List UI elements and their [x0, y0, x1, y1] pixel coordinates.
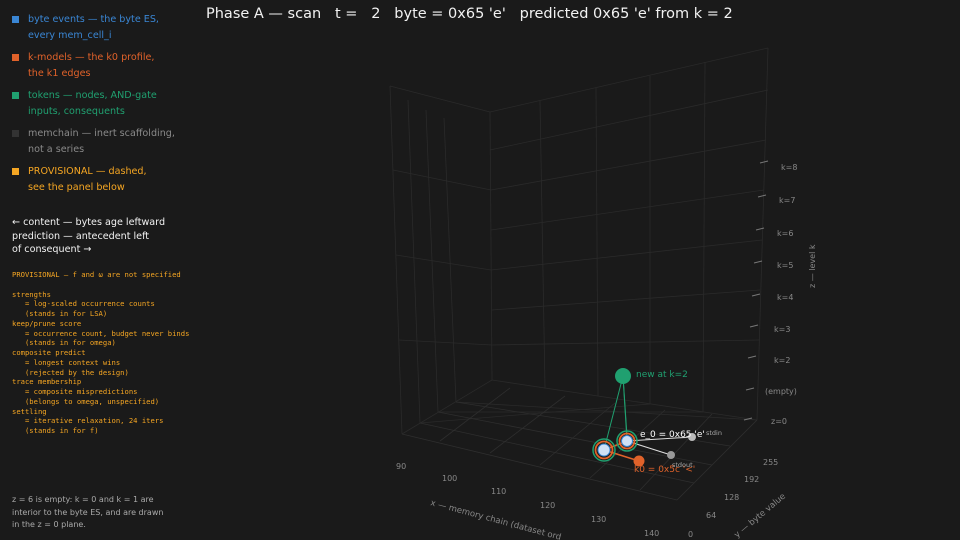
x-tick: 120 [540, 501, 555, 510]
y-tick: 0 [688, 530, 693, 539]
3d-scene[interactable]: k=8 k=7 k=6 k=5 k=4 k=3 k=2 (empty) z=0 … [0, 0, 960, 540]
grid-floor [401, 387, 758, 501]
z-tick-k4: k=4 [777, 293, 793, 302]
z-tick-empty: (empty) [765, 387, 797, 396]
z-tick-k8: k=8 [781, 163, 797, 172]
z-axis-label: z — level k [808, 244, 817, 288]
e0-label: e_0 = 0x65 'e' [640, 430, 705, 440]
stdout-node[interactable] [667, 451, 675, 459]
y-tick-labels: 0 64 128 192 255 [688, 458, 778, 539]
y-axis-label: y — byte value [733, 492, 788, 540]
new-node-label: new at k=2 [636, 370, 688, 380]
z-tick-k2: k=2 [774, 356, 790, 365]
y-tick: 192 [744, 475, 759, 484]
x-tick: 100 [442, 474, 457, 483]
grid-back-walls [389, 47, 769, 435]
z-tick-labels: k=8 k=7 k=6 k=5 k=4 k=3 k=2 (empty) z=0 [765, 163, 797, 426]
byte-node-k0[interactable] [592, 438, 616, 462]
z-tick-k6: k=6 [777, 229, 793, 238]
z-tick-k5: k=5 [777, 261, 793, 270]
z-tick-k7: k=7 [779, 196, 795, 205]
stdout-label: stdout [672, 461, 693, 469]
x-tick: 140 [644, 529, 659, 538]
x-tick: 90 [396, 462, 406, 471]
new-token-node[interactable] [615, 368, 631, 384]
byte-node-e0[interactable] [616, 430, 638, 452]
y-tick: 255 [763, 458, 778, 467]
z-tick-k3: k=3 [774, 325, 790, 334]
y-tick: 64 [706, 511, 716, 520]
z-tick-z0: z=0 [771, 417, 787, 426]
y-tick: 128 [724, 493, 739, 502]
x-tick: 110 [491, 487, 506, 496]
x-tick: 130 [591, 515, 606, 524]
stdin-label: stdin [706, 429, 722, 437]
